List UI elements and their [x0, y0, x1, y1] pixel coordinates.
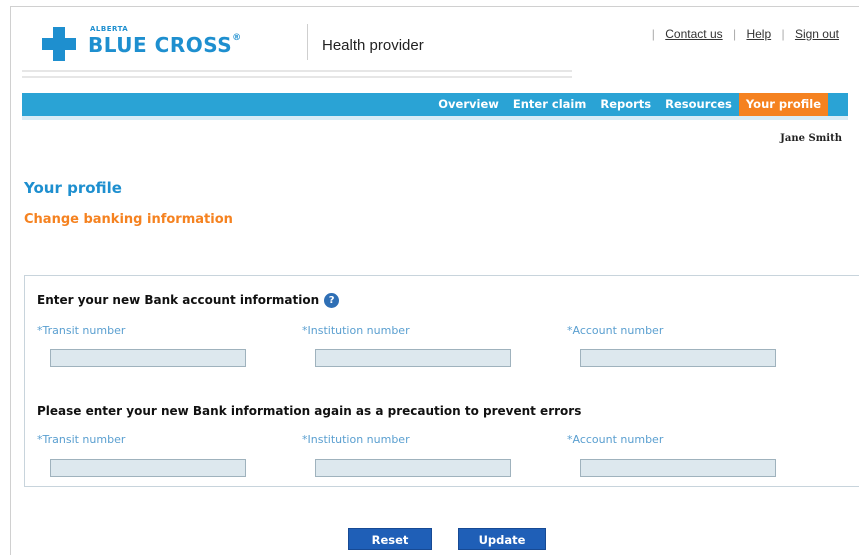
- header-divider: [307, 24, 308, 60]
- institution-number-confirm-label: *Institution number: [302, 433, 410, 446]
- nav-your-profile[interactable]: Your profile: [738, 93, 828, 116]
- brand-region: ALBERTA: [90, 25, 129, 33]
- nav-underline: [22, 116, 848, 120]
- account-number-label: *Account number: [567, 324, 664, 337]
- product-title: Health provider: [322, 37, 424, 54]
- brand-name: BLUE CROSS®: [88, 33, 242, 57]
- transit-number-confirm-label: *Transit number: [37, 433, 126, 446]
- transit-number-input[interactable]: [50, 349, 246, 367]
- nav-enter-claim[interactable]: Enter claim: [506, 93, 593, 116]
- question-circle-icon[interactable]: ?: [324, 293, 340, 308]
- nav-reports[interactable]: Reports: [593, 93, 658, 116]
- institution-number-label: *Institution number: [302, 324, 410, 337]
- update-button[interactable]: Update: [458, 528, 546, 550]
- alberta-blue-cross-logo[interactable]: ALBERTA BLUE CROSS®: [42, 23, 312, 67]
- top-links: | Contact us | Help | Sign out: [645, 27, 839, 41]
- new-account-heading: Enter your new Bank account information?: [37, 293, 340, 308]
- section-title: Change banking information: [24, 212, 233, 227]
- account-number-confirm-label: *Account number: [567, 433, 664, 446]
- institution-number-input[interactable]: [315, 349, 511, 367]
- institution-number-confirm-input[interactable]: [315, 459, 511, 477]
- help-link[interactable]: Help: [746, 27, 771, 41]
- user-name: Jane Smith: [780, 133, 842, 144]
- link-separator: |: [732, 27, 737, 41]
- banking-form: Enter your new Bank account information?…: [24, 275, 859, 487]
- contact-us-link[interactable]: Contact us: [665, 27, 722, 41]
- transit-number-label: *Transit number: [37, 324, 126, 337]
- header-rule: [22, 70, 572, 84]
- nav-overview[interactable]: Overview: [431, 93, 506, 116]
- account-number-input[interactable]: [580, 349, 776, 367]
- nav-resources[interactable]: Resources: [658, 93, 739, 116]
- sign-out-link[interactable]: Sign out: [795, 27, 839, 41]
- transit-number-confirm-input[interactable]: [50, 459, 246, 477]
- reset-button[interactable]: Reset: [348, 528, 432, 550]
- link-separator: |: [781, 27, 785, 41]
- page-title: Your profile: [24, 179, 122, 197]
- account-number-confirm-input[interactable]: [580, 459, 776, 477]
- link-separator: |: [651, 27, 655, 41]
- confirm-account-heading: Please enter your new Bank information a…: [37, 404, 582, 418]
- main-nav: Overview Enter claim Reports Resources Y…: [22, 93, 848, 116]
- cross-icon: [42, 27, 76, 61]
